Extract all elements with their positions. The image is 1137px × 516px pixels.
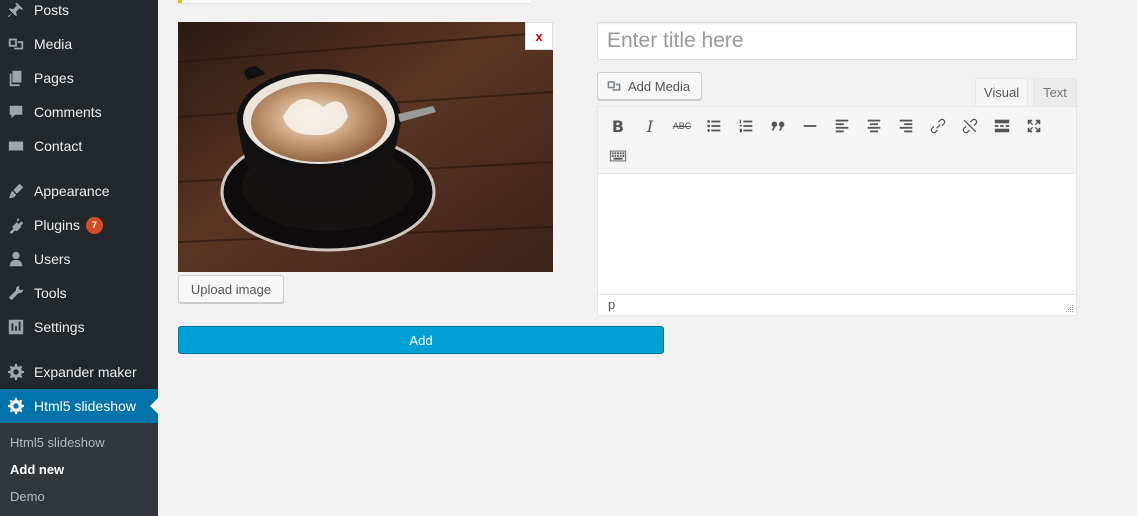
insert-link-icon[interactable] bbox=[925, 113, 951, 139]
admin-sidebar: Posts Media Pages Comments Contact Appea… bbox=[0, 0, 158, 516]
sidebar-item-pages[interactable]: Pages bbox=[0, 61, 158, 95]
sidebar-item-label: Media bbox=[34, 36, 73, 52]
remove-image-button[interactable]: x bbox=[525, 22, 553, 50]
mail-icon bbox=[6, 136, 26, 156]
sidebar-item-plugins[interactable]: Plugins 7 bbox=[0, 208, 158, 242]
blockquote-icon[interactable] bbox=[765, 113, 791, 139]
numbered-list-icon[interactable] bbox=[733, 113, 759, 139]
horizontal-line-icon[interactable] bbox=[797, 113, 823, 139]
sidebar-item-media[interactable]: Media bbox=[0, 27, 158, 61]
media-icon bbox=[607, 81, 621, 91]
sidebar-item-label: Contact bbox=[34, 138, 83, 154]
pages-icon bbox=[6, 68, 26, 88]
plugins-update-badge: 7 bbox=[85, 216, 103, 234]
brush-icon bbox=[6, 181, 26, 201]
sidebar-item-expander-maker[interactable]: Expander maker bbox=[0, 355, 158, 389]
sidebar-item-appearance[interactable]: Appearance bbox=[0, 174, 158, 208]
slide-image bbox=[178, 22, 553, 272]
title-input[interactable] bbox=[597, 22, 1077, 60]
add-media-button[interactable]: Add Media bbox=[597, 72, 702, 100]
sidebar-item-label: Html5 slideshow bbox=[34, 398, 136, 414]
sidebar-submenu: Html5 slideshow Add new Demo bbox=[0, 423, 158, 516]
align-left-icon[interactable] bbox=[829, 113, 855, 139]
sidebar-item-label: Settings bbox=[34, 319, 85, 335]
sidebar-item-label: Comments bbox=[34, 104, 102, 120]
tab-text[interactable]: Text bbox=[1033, 78, 1077, 107]
bulleted-list-icon[interactable] bbox=[701, 113, 727, 139]
submenu-item-add-new[interactable]: Add new bbox=[10, 462, 64, 477]
read-more-icon[interactable] bbox=[989, 113, 1015, 139]
editor-toolbar: B I ABC bbox=[598, 107, 1076, 174]
align-center-icon[interactable] bbox=[861, 113, 887, 139]
submenu-item-demo[interactable]: Demo bbox=[10, 489, 45, 504]
gear-icon bbox=[6, 396, 26, 416]
editor-content-area[interactable] bbox=[598, 174, 1076, 294]
bold-icon[interactable]: B bbox=[605, 113, 631, 139]
settings-icon bbox=[6, 317, 26, 337]
upload-image-button[interactable]: Upload image bbox=[178, 275, 284, 303]
gear-icon bbox=[6, 362, 26, 382]
media-icon bbox=[6, 34, 26, 54]
sidebar-item-users[interactable]: Users bbox=[0, 242, 158, 276]
element-path[interactable]: p bbox=[608, 297, 615, 312]
toolbar-toggle-icon[interactable] bbox=[605, 143, 631, 169]
comments-icon bbox=[6, 102, 26, 122]
sidebar-item-tools[interactable]: Tools bbox=[0, 276, 158, 310]
editor-status-path: p bbox=[598, 294, 1076, 315]
sidebar-item-label: Pages bbox=[34, 70, 74, 86]
tab-visual[interactable]: Visual bbox=[975, 78, 1028, 107]
resize-handle-icon[interactable] bbox=[1065, 304, 1074, 313]
add-slide-button[interactable]: Add bbox=[178, 326, 664, 354]
sidebar-item-contact[interactable]: Contact bbox=[0, 129, 158, 163]
content-editor: B I ABC p bbox=[597, 106, 1077, 316]
sidebar-item-posts[interactable]: Posts bbox=[0, 0, 158, 27]
sidebar-item-settings[interactable]: Settings bbox=[0, 310, 158, 344]
strikethrough-icon[interactable]: ABC bbox=[669, 113, 695, 139]
sidebar-item-html5-slideshow[interactable]: Html5 slideshow bbox=[0, 389, 158, 423]
sidebar-item-label: Expander maker bbox=[34, 364, 137, 380]
wrench-icon bbox=[6, 283, 26, 303]
pin-icon bbox=[6, 0, 26, 20]
italic-icon[interactable]: I bbox=[637, 113, 663, 139]
sidebar-item-label: Appearance bbox=[34, 183, 110, 199]
sidebar-item-label: Tools bbox=[34, 285, 67, 301]
add-media-label: Add Media bbox=[628, 78, 691, 94]
sidebar-item-label: Posts bbox=[34, 2, 70, 18]
sidebar-item-label: Plugins bbox=[34, 217, 80, 233]
admin-notice bbox=[178, 0, 530, 3]
sidebar-item-label: Users bbox=[34, 251, 71, 267]
remove-link-icon[interactable] bbox=[957, 113, 983, 139]
submenu-item-html5-slideshow[interactable]: Html5 slideshow bbox=[10, 435, 105, 450]
coffee-cup-photo bbox=[178, 22, 553, 272]
align-right-icon[interactable] bbox=[893, 113, 919, 139]
user-icon bbox=[6, 249, 26, 269]
sidebar-item-comments[interactable]: Comments bbox=[0, 95, 158, 129]
plug-icon bbox=[6, 215, 26, 235]
fullscreen-icon[interactable] bbox=[1021, 113, 1047, 139]
